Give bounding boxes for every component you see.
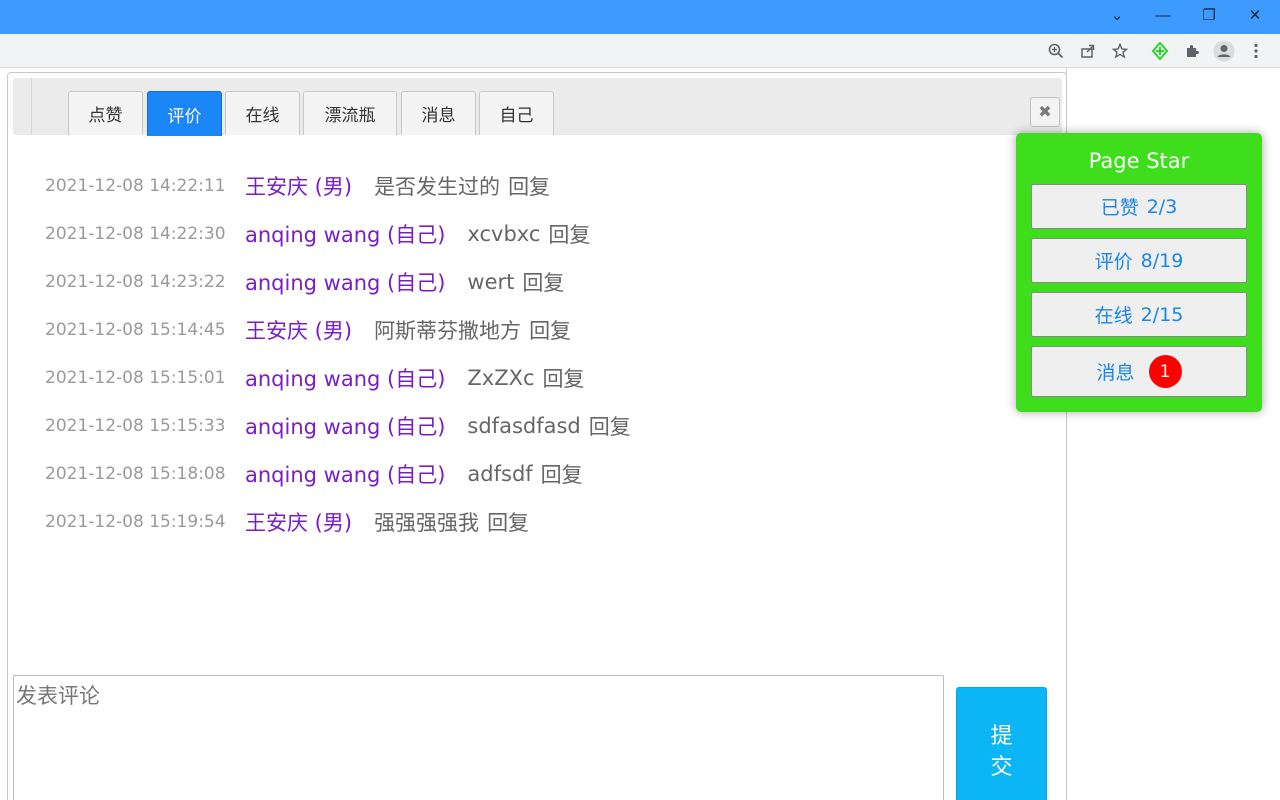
zoom-icon[interactable] <box>1044 39 1068 63</box>
comment-row: 2021-12-08 15:18:08 anqing wang (自己) adf… <box>45 459 583 489</box>
comment-user[interactable]: anqing wang (自己) <box>245 363 445 393</box>
reply-link[interactable]: 回复 <box>487 507 529 537</box>
reply-link[interactable]: 回复 <box>548 219 590 249</box>
comment-time: 2021-12-08 15:14:45 <box>45 320 226 340</box>
comment-row: 2021-12-08 14:22:30 anqing wang (自己) xcv… <box>45 219 590 249</box>
online-label: 在线 <box>1094 305 1133 327</box>
comment-user[interactable]: anqing wang (自己) <box>245 411 445 441</box>
messages-button[interactable]: 消息 1 <box>1031 346 1247 397</box>
comment-message: sdfasdfasd <box>467 414 581 438</box>
menu-icon[interactable] <box>1244 39 1268 63</box>
liked-count: 2/3 <box>1146 195 1178 218</box>
close-panel-button[interactable]: ✖ <box>1030 97 1060 127</box>
comment-time: 2021-12-08 15:15:33 <box>45 416 226 436</box>
comment-time: 2021-12-08 14:23:22 <box>45 272 226 292</box>
reply-link[interactable]: 回复 <box>522 267 564 297</box>
comment-time: 2021-12-08 15:18:08 <box>45 464 226 484</box>
browser-titlebar: ⌄ — ❐ ✕ <box>0 0 1280 34</box>
comment-user[interactable]: anqing wang (自己) <box>245 219 445 249</box>
comment-message: wert <box>467 270 515 294</box>
online-button[interactable]: 在线 2/15 <box>1031 292 1247 337</box>
browser-toolbar <box>0 34 1280 68</box>
message-count-badge: 1 <box>1148 355 1182 388</box>
tab-drift-bottle[interactable]: 漂流瓶 <box>303 91 397 135</box>
comment-message: 强强强强我 <box>374 511 480 535</box>
comment-time: 2021-12-08 14:22:30 <box>45 224 226 244</box>
minimize-button[interactable]: — <box>1140 0 1186 30</box>
tab-search-dropdown-icon[interactable]: ⌄ <box>1094 0 1140 30</box>
comment-row: 2021-12-08 15:19:54 王安庆 (男) 强强强强我 回复 <box>45 507 529 537</box>
comment-user[interactable]: 王安庆 (男) <box>245 507 352 537</box>
tab-likes[interactable]: 点赞 <box>68 91 143 135</box>
comment-message: ZxZXc <box>467 366 535 390</box>
comment-user[interactable]: 王安庆 (男) <box>245 315 352 345</box>
tab-reviews[interactable]: 评价 <box>147 91 222 136</box>
comment-user[interactable]: 王安庆 (男) <box>245 171 352 201</box>
reviews-label: 评价 <box>1094 251 1133 273</box>
tab-bar: 点赞 评价 在线 漂流瓶 消息 自己 ✖ <box>13 78 1062 136</box>
star-icon[interactable] <box>1108 39 1132 63</box>
reply-link[interactable]: 回复 <box>589 411 631 441</box>
close-window-button[interactable]: ✕ <box>1232 0 1278 30</box>
comment-row: 2021-12-08 14:23:22 anqing wang (自己) wer… <box>45 267 564 297</box>
reply-link[interactable]: 回复 <box>529 315 571 345</box>
comment-row: 2021-12-08 15:14:45 王安庆 (男) 阿斯蒂芬撒地方 回复 <box>45 315 571 345</box>
page-star-widget: Page Star 已赞 2/3 评价 8/19 在线 2/15 消息 1 <box>1016 133 1262 412</box>
comment-row: 2021-12-08 14:22:11 王安庆 (男) 是否发生过的 回复 <box>45 171 550 201</box>
comment-message: 是否发生过的 <box>374 175 501 199</box>
comment-time: 2021-12-08 14:22:11 <box>45 176 226 196</box>
online-count: 2/15 <box>1140 303 1184 326</box>
restore-button[interactable]: ❐ <box>1186 0 1232 30</box>
comment-message: xcvbxc <box>467 222 541 246</box>
comment-message: 阿斯蒂芬撒地方 <box>374 319 522 343</box>
comment-user[interactable]: anqing wang (自己) <box>245 267 445 297</box>
comment-input[interactable] <box>13 675 944 800</box>
page-star-title: Page Star <box>1088 149 1190 173</box>
extension-green-icon[interactable] <box>1148 39 1172 63</box>
submit-button[interactable]: 提交 <box>956 687 1047 800</box>
tab-bar-divider <box>31 78 32 135</box>
comment-row: 2021-12-08 15:15:01 anqing wang (自己) ZxZ… <box>45 363 585 393</box>
reply-link[interactable]: 回复 <box>543 363 585 393</box>
liked-button[interactable]: 已赞 2/3 <box>1031 184 1247 229</box>
comment-row: 2021-12-08 15:15:33 anqing wang (自己) sdf… <box>45 411 631 441</box>
comments-panel: 点赞 评价 在线 漂流瓶 消息 自己 ✖ 2021-12-08 14:22:11… <box>7 72 1067 800</box>
puzzle-icon[interactable] <box>1180 39 1204 63</box>
tab-online[interactable]: 在线 <box>225 91 300 135</box>
comment-message: adfsdf <box>467 462 533 486</box>
liked-label: 已赞 <box>1100 197 1139 219</box>
tab-self[interactable]: 自己 <box>479 91 554 135</box>
reviews-count: 8/19 <box>1140 249 1184 272</box>
reply-link[interactable]: 回复 <box>508 171 550 201</box>
comment-time: 2021-12-08 15:15:01 <box>45 368 226 388</box>
messages-label: 消息 <box>1096 362 1135 384</box>
share-icon[interactable] <box>1076 39 1100 63</box>
reply-link[interactable]: 回复 <box>541 459 583 489</box>
tab-messages[interactable]: 消息 <box>401 91 476 135</box>
comment-time: 2021-12-08 15:19:54 <box>45 512 226 532</box>
reviews-button[interactable]: 评价 8/19 <box>1031 238 1247 283</box>
profile-icon[interactable] <box>1212 39 1236 63</box>
comment-user[interactable]: anqing wang (自己) <box>245 459 445 489</box>
